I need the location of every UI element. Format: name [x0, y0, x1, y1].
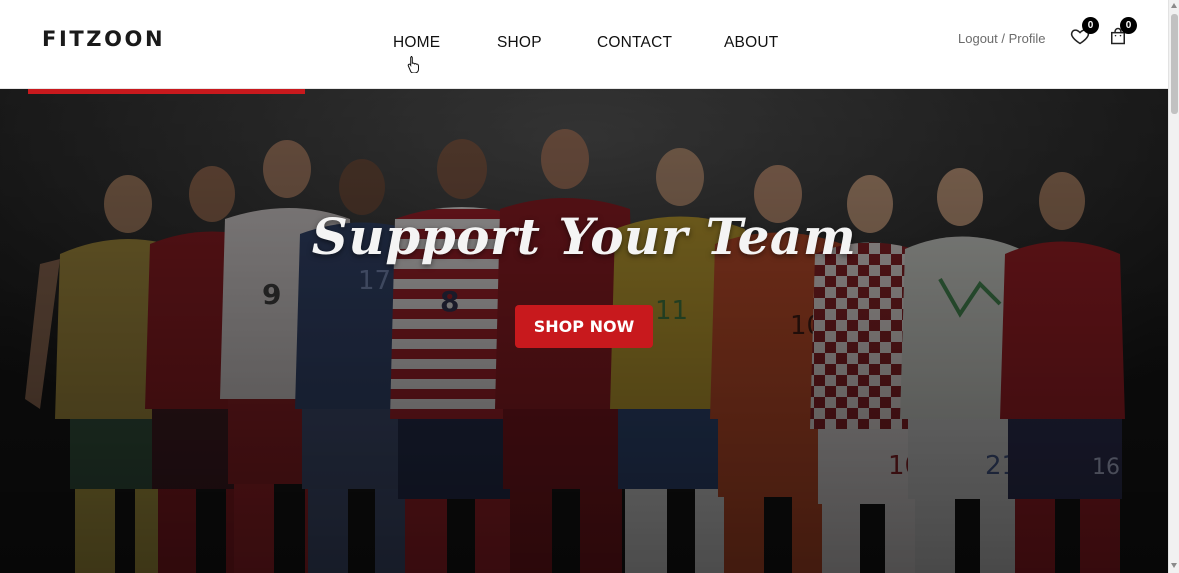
- shop-now-button[interactable]: SHOP NOW: [515, 305, 653, 348]
- scroll-up-arrow-icon[interactable]: [1171, 3, 1177, 8]
- account-separator: /: [997, 31, 1009, 46]
- scroll-down-arrow-icon[interactable]: [1171, 563, 1177, 568]
- nav-about-link[interactable]: ABOUT: [724, 34, 778, 52]
- hand-cursor-icon: [407, 56, 419, 73]
- cart-button[interactable]: 0: [1108, 17, 1137, 48]
- logout-link[interactable]: Logout: [958, 31, 998, 46]
- cart-count-badge: 0: [1120, 17, 1137, 34]
- wishlist-count-badge: 0: [1082, 17, 1099, 34]
- page-scrollbar[interactable]: [1168, 0, 1179, 573]
- nav-home-link[interactable]: HOME: [393, 34, 440, 52]
- hero-title: Support Your Team: [311, 207, 857, 266]
- profile-link[interactable]: Profile: [1009, 31, 1046, 46]
- site-logo[interactable]: FITZOON: [42, 27, 165, 51]
- account-links: Logout / Profile: [958, 31, 1045, 46]
- hero-banner: 9 17 8: [0, 89, 1168, 573]
- wishlist-button[interactable]: 0: [1070, 17, 1099, 48]
- nav-contact-link[interactable]: CONTACT: [597, 34, 672, 52]
- scrollbar-thumb[interactable]: [1171, 14, 1178, 114]
- active-nav-indicator: [28, 89, 305, 94]
- nav-shop-link[interactable]: SHOP: [497, 34, 542, 52]
- site-header: FITZOON HOME SHOP CONTACT ABOUT Logout /…: [0, 0, 1168, 89]
